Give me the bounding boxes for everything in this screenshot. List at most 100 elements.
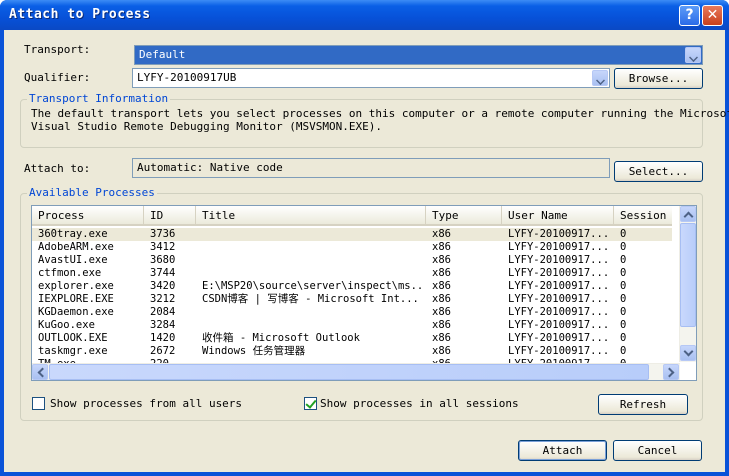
cell-type: x86 — [432, 228, 451, 240]
cell-process: AdobeARM.exe — [38, 241, 114, 253]
cell-session: 0 — [620, 345, 627, 357]
available-processes-group: Available Processes Process ID Title Typ… — [20, 186, 703, 421]
select-code-type-button[interactable]: Select... — [614, 161, 703, 182]
cell-id: 2672 — [150, 345, 176, 357]
cell-id: 2084 — [150, 306, 176, 318]
cell-type: x86 — [432, 293, 451, 305]
cell-user-name: LYFY-20100917... — [508, 228, 610, 240]
table-row[interactable]: ctfmon.exe 3744 x86 LYFY-20100917... 0 — [32, 267, 672, 280]
transport-label: Transport: — [24, 43, 91, 56]
attach-button[interactable]: Attach — [518, 440, 607, 461]
transport-dropdown[interactable]: Default — [134, 45, 703, 65]
chevron-down-icon[interactable] — [685, 47, 701, 63]
table-row[interactable]: 360tray.exe 3736 x86 LYFY-20100917... 0 — [32, 228, 672, 241]
cell-user-name: LYFY-20100917... — [508, 345, 610, 357]
show-all-users-label[interactable]: Show processes from all users — [50, 397, 242, 410]
column-header-type[interactable]: Type — [426, 206, 502, 226]
cell-title: E:\MSP20\source\server\inspect\ms... — [202, 280, 422, 292]
column-header-process[interactable]: Process — [32, 206, 144, 226]
close-button[interactable]: ✕ — [702, 5, 723, 26]
cell-type: x86 — [432, 254, 451, 266]
table-row[interactable]: KuGoo.exe 3284 x86 LYFY-20100917... 0 — [32, 319, 672, 332]
cell-type: x86 — [432, 319, 451, 331]
cell-user-name: LYFY-20100917... — [508, 319, 610, 331]
column-header-id[interactable]: ID — [144, 206, 196, 226]
show-all-sessions-label[interactable]: Show processes in all sessions — [320, 397, 519, 410]
transport-information-title: Transport Information — [27, 92, 171, 105]
cell-id: 1420 — [150, 332, 176, 344]
table-row[interactable]: KGDaemon.exe 2084 x86 LYFY-20100917... 0 — [32, 306, 672, 319]
cell-process: AvastUI.exe — [38, 254, 108, 266]
cell-session: 0 — [620, 319, 627, 331]
dialog-client-area: Transport: Default Qualifier: LYFY-20100… — [4, 30, 729, 472]
cancel-button[interactable]: Cancel — [613, 440, 702, 461]
cell-type: x86 — [432, 241, 451, 253]
horizontal-scrollbar[interactable] — [32, 363, 680, 380]
cell-session: 0 — [620, 293, 627, 305]
cell-session: 0 — [620, 241, 627, 253]
table-row[interactable]: explorer.exe 3420 E:\MSP20\source\server\i… — [32, 280, 672, 293]
attach-to-process-window: Attach to Process ? ✕ Transport: Default… — [0, 0, 729, 476]
transport-info-text-line2: Visual Studio Remote Debugging Monitor (… — [31, 120, 382, 133]
cell-title: 收件箱 - Microsoft Outlook — [202, 332, 360, 344]
cell-process: KGDaemon.exe — [38, 306, 114, 318]
chevron-down-icon[interactable] — [592, 70, 608, 86]
cell-id: 3736 — [150, 228, 176, 240]
cell-process: IEXPLORE.EXE — [38, 293, 114, 305]
vertical-scroll-thumb[interactable] — [680, 223, 696, 327]
transport-information-group: Transport Information The default transp… — [20, 92, 729, 148]
scroll-down-icon[interactable] — [680, 345, 696, 361]
cell-type: x86 — [432, 306, 451, 318]
browse-button[interactable]: Browse... — [614, 68, 703, 89]
cell-user-name: LYFY-20100917... — [508, 306, 610, 318]
cell-process: ctfmon.exe — [38, 267, 102, 279]
scroll-left-icon[interactable] — [32, 364, 48, 380]
attach-to-field: Automatic: Native code — [132, 158, 610, 178]
cell-user-name: LYFY-20100917... — [508, 332, 610, 344]
cell-session: 0 — [620, 332, 627, 344]
cell-process: taskmgr.exe — [38, 345, 108, 357]
cell-session: 0 — [620, 280, 627, 292]
qualifier-label: Qualifier: — [24, 71, 91, 84]
attach-to-label: Attach to: — [24, 162, 91, 175]
cell-session: 0 — [620, 228, 627, 240]
table-row[interactable]: AdobeARM.exe 3412 x86 LYFY-20100917... 0 — [32, 241, 672, 254]
cell-type: x86 — [432, 345, 451, 357]
table-row[interactable]: taskmgr.exe 2672 Windows 任务管理器 x86 LYFY-2010… — [32, 345, 672, 358]
cell-process: explorer.exe — [38, 280, 114, 292]
qualifier-combobox[interactable]: LYFY-20100917UB — [132, 68, 610, 88]
horizontal-scroll-thumb[interactable] — [49, 364, 649, 380]
cell-title: CSDN博客 | 写博客 - Microsoft Int... — [202, 293, 419, 305]
table-row[interactable]: OUTLOOK.EXE 1420 收件箱 - Microsoft Outlook x8… — [32, 332, 672, 345]
cell-type: x86 — [432, 332, 451, 344]
window-title: Attach to Process — [9, 7, 151, 22]
cell-process: KuGoo.exe — [38, 319, 95, 331]
cell-id: 3412 — [150, 241, 176, 253]
column-header-user-name[interactable]: User Name — [502, 206, 614, 226]
cell-process: 360tray.exe — [38, 228, 108, 240]
transport-info-text-line1: The default transport lets you select pr… — [31, 107, 729, 120]
title-bar[interactable]: Attach to Process ? ✕ — [0, 0, 729, 30]
column-header-session[interactable]: Session — [614, 206, 674, 226]
refresh-button[interactable]: Refresh — [598, 394, 688, 415]
help-button[interactable]: ? — [679, 5, 700, 26]
show-all-users-checkbox[interactable] — [32, 397, 45, 410]
cell-session: 0 — [620, 267, 627, 279]
cell-id: 3680 — [150, 254, 176, 266]
table-row[interactable]: AvastUI.exe 3680 x86 LYFY-20100917... 0 — [32, 254, 672, 267]
cell-user-name: LYFY-20100917... — [508, 241, 610, 253]
vertical-scrollbar[interactable] — [679, 206, 696, 362]
cell-session: 0 — [620, 254, 627, 266]
cell-session: 0 — [620, 306, 627, 318]
table-row[interactable]: IEXPLORE.EXE 3212 CSDN博客 | 写博客 - Microsoft… — [32, 293, 672, 306]
cell-user-name: LYFY-20100917... — [508, 280, 610, 292]
show-all-sessions-checkbox[interactable] — [304, 397, 317, 410]
cell-user-name: LYFY-20100917... — [508, 293, 610, 305]
cell-id: 3284 — [150, 319, 176, 331]
column-header-title[interactable]: Title — [196, 206, 426, 226]
process-list[interactable]: Process ID Title Type User Name Session … — [31, 205, 697, 381]
scroll-right-icon[interactable] — [663, 364, 679, 380]
process-list-header: Process ID Title Type User Name Session — [32, 206, 672, 226]
cell-user-name: LYFY-20100917... — [508, 267, 610, 279]
scroll-up-icon[interactable] — [680, 206, 696, 222]
